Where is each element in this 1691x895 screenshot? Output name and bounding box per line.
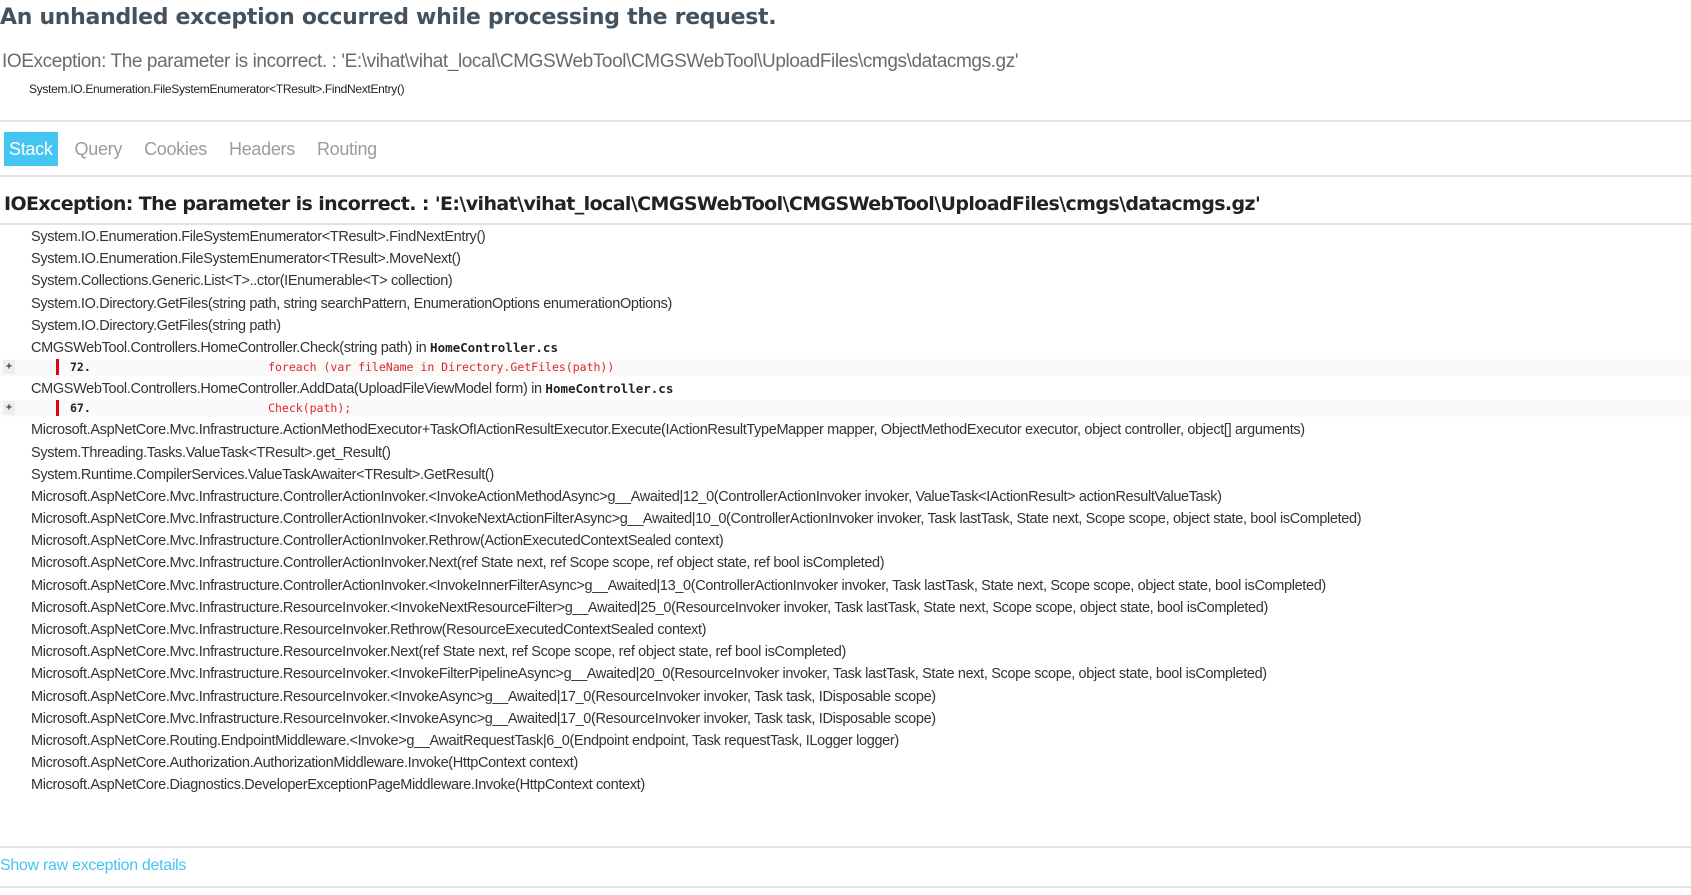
divider <box>0 175 1691 177</box>
frame-file: HomeController.cs <box>430 339 558 355</box>
source-code-line: + 67. Check(path); <box>0 400 1691 418</box>
frame-method: CMGSWebTool.Controllers.HomeController.C… <box>31 339 431 356</box>
frame-method: CMGSWebTool.Controllers.HomeController.A… <box>31 381 546 398</box>
stack-frame: Microsoft.AspNetCore.Mvc.Infrastructure.… <box>31 644 846 661</box>
exception-title: IOException: The parameter is incorrect.… <box>4 193 1261 215</box>
tab-cookies[interactable]: Cookies <box>139 132 212 166</box>
stack-frame: System.IO.Enumeration.FileSystemEnumerat… <box>31 229 486 245</box>
stack-frame: Microsoft.AspNetCore.Mvc.Infrastructure.… <box>31 666 1267 683</box>
tab-stack[interactable]: Stack <box>4 132 58 166</box>
stack-frame: Microsoft.AspNetCore.Mvc.Infrastructure.… <box>31 599 1268 616</box>
show-raw-exception-details-link[interactable]: Show raw exception details <box>0 857 186 875</box>
stack-frame: System.IO.Directory.GetFiles(string path… <box>31 317 281 334</box>
line-number: 72. <box>70 360 91 375</box>
stack-frame: System.IO.Directory.GetFiles(string path… <box>31 295 672 312</box>
divider <box>0 886 1691 888</box>
divider <box>0 120 1691 122</box>
stack-frame: Microsoft.AspNetCore.Mvc.Infrastructure.… <box>31 577 1326 594</box>
stack-frame: Microsoft.AspNetCore.Mvc.Infrastructure.… <box>31 710 936 727</box>
exception-summary: IOException: The parameter is incorrect.… <box>2 51 1019 72</box>
stack-frame: Microsoft.AspNetCore.Mvc.Infrastructure.… <box>31 533 724 550</box>
divider <box>0 846 1691 848</box>
tab-headers[interactable]: Headers <box>224 132 300 166</box>
expand-source-button[interactable]: + <box>3 401 15 416</box>
tab-bar: Stack Query Cookies Headers Routing <box>4 132 394 166</box>
divider <box>0 223 1691 225</box>
source-code-line: + 72. foreach (var fileName in Directory… <box>0 359 1691 377</box>
tab-routing[interactable]: Routing <box>312 132 382 166</box>
stack-frame-source: CMGSWebTool.Controllers.HomeController.A… <box>0 378 1691 400</box>
expand-source-button[interactable]: + <box>3 360 15 375</box>
stack-frame: System.Collections.Generic.List<T>..ctor… <box>31 273 453 290</box>
page-title: An unhandled exception occurred while pr… <box>0 5 777 30</box>
stack-frame: Microsoft.AspNetCore.Mvc.Infrastructure.… <box>31 511 1362 528</box>
source-code: Check(path); <box>185 401 352 416</box>
stack-frame: Microsoft.AspNetCore.Diagnostics.Develop… <box>31 777 645 794</box>
stack-frame: Microsoft.AspNetCore.Mvc.Infrastructure.… <box>31 422 1305 439</box>
stack-frame-list: System.IO.Enumeration.FileSystemEnumerat… <box>0 226 1691 797</box>
stack-frame: Microsoft.AspNetCore.Authorization.Autho… <box>31 755 578 772</box>
stack-frame: Microsoft.AspNetCore.Mvc.Infrastructure.… <box>31 688 936 705</box>
stack-frame: Microsoft.AspNetCore.Mvc.Infrastructure.… <box>31 555 885 572</box>
stack-frame: System.IO.Enumeration.FileSystemEnumerat… <box>31 251 461 268</box>
stack-frame: Microsoft.AspNetCore.Mvc.Infrastructure.… <box>31 622 707 638</box>
line-number: 67. <box>70 401 91 416</box>
error-line-marker <box>56 359 59 376</box>
stack-frame: System.Threading.Tasks.ValueTask<TResult… <box>31 444 391 461</box>
tab-query[interactable]: Query <box>70 132 128 166</box>
exception-summary-frame: System.IO.Enumeration.FileSystemEnumerat… <box>29 82 405 96</box>
stack-frame: Microsoft.AspNetCore.Mvc.Infrastructure.… <box>31 488 1222 505</box>
error-line-marker <box>56 400 59 417</box>
stack-frame: System.Runtime.CompilerServices.ValueTas… <box>31 466 494 483</box>
stack-frame: Microsoft.AspNetCore.Routing.EndpointMid… <box>31 732 899 749</box>
stack-frame-source: CMGSWebTool.Controllers.HomeController.C… <box>0 337 1691 359</box>
source-code: foreach (var fileName in Directory.GetFi… <box>185 360 615 375</box>
frame-file: HomeController.cs <box>545 381 674 397</box>
